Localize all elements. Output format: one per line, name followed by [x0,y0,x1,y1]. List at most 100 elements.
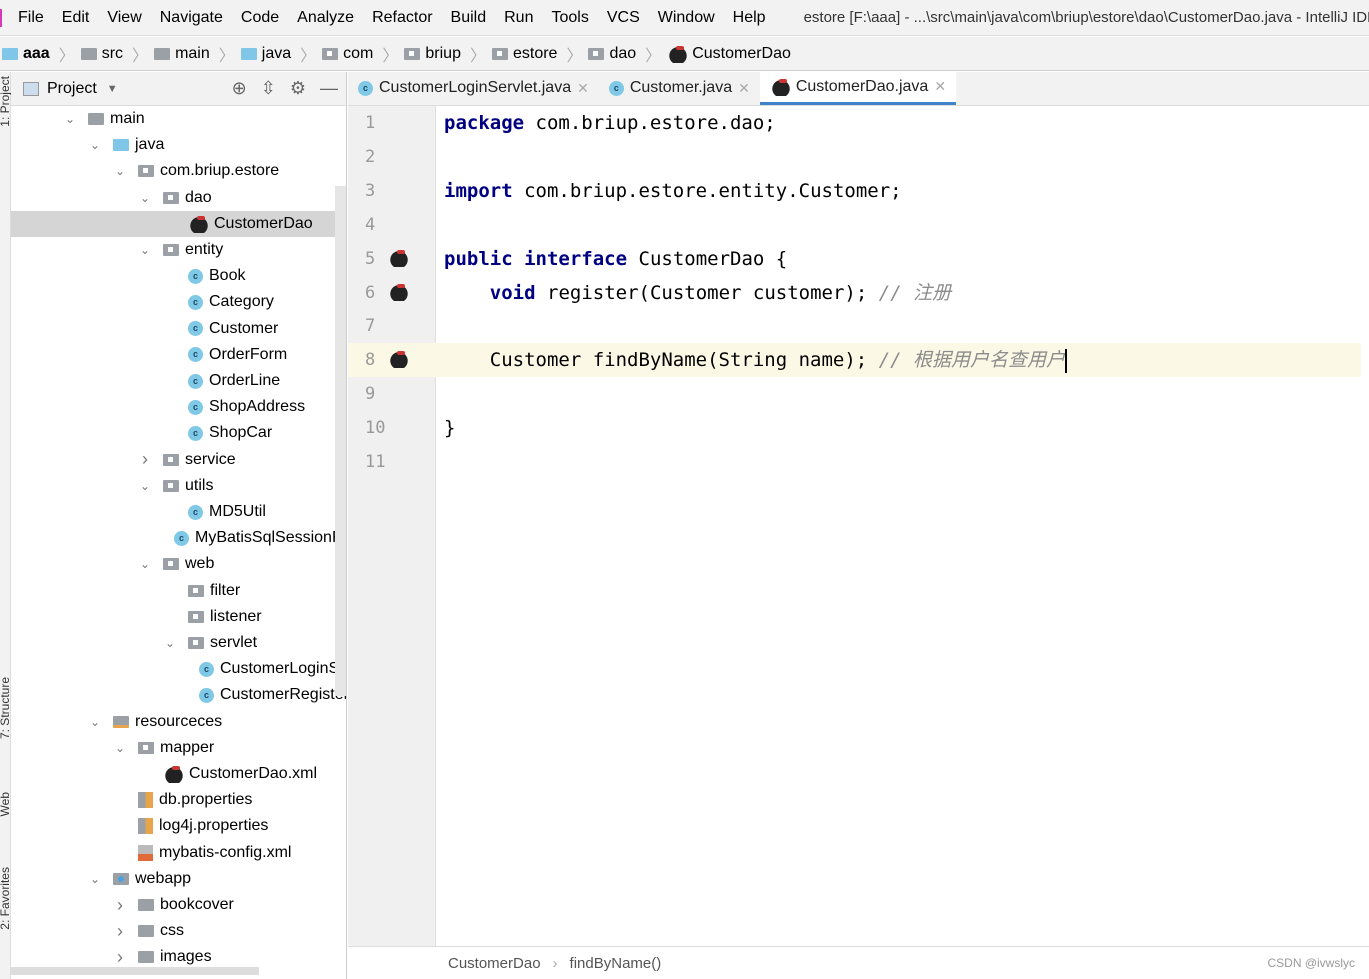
breadcrumb-item[interactable]: com 〉 [322,42,398,66]
breadcrumb-item[interactable]: CustomerDao [667,44,791,63]
tree-item[interactable]: ⌄ main [11,106,346,132]
code-line[interactable]: Customer findByName(String name); // 根据用… [436,343,1361,378]
code-line[interactable]: public interface CustomerDao { [444,242,1369,276]
breadcrumb-item[interactable]: src 〉 [80,42,148,66]
chevron-down-icon[interactable]: ⌄ [138,557,152,571]
tree-item[interactable]: ⌄ com.briup.estore [11,158,346,184]
chevron-down-icon[interactable]: ⌄ [113,164,127,178]
gear-icon[interactable]: ⚙ [290,78,306,99]
menu-help[interactable]: Help [733,9,766,27]
menu-window[interactable]: Window [658,9,715,27]
tree-item[interactable]: ⌄ java [11,132,346,158]
tree-item[interactable]: listener [11,604,346,630]
chevron-down-icon[interactable]: ⌄ [138,479,152,493]
chevron-down-icon[interactable]: ⌄ [138,243,152,257]
tree-item[interactable]: ⌄ webapp [11,866,346,892]
code-line[interactable] [444,208,1369,242]
menu-navigate[interactable]: Navigate [160,9,223,27]
menu-code[interactable]: Code [241,9,279,27]
chevron-down-icon[interactable]: ⌄ [88,872,102,886]
tree-horizontal-scrollbar[interactable] [11,967,259,975]
chevron-down-icon[interactable]: ⌄ [113,741,127,755]
tree-item[interactable]: mybatis-config.xml [11,840,346,866]
tree-item[interactable]: c ShopCar [11,420,346,446]
chevron-right-icon[interactable]: › [113,947,127,968]
tree-item[interactable]: › bookcover [11,892,346,918]
collapse-all-icon[interactable]: ⇳ [261,78,276,99]
tree-item[interactable]: ⌄ dao [11,185,346,211]
tree-item[interactable]: c OrderLine [11,368,346,394]
tree-vertical-scrollbar[interactable] [335,186,346,696]
chevron-down-icon[interactable]: ⌄ [138,191,152,205]
close-icon[interactable]: ✕ [934,78,946,95]
breadcrumb-item[interactable]: briup 〉 [404,42,486,66]
chevron-down-icon[interactable]: ⌄ [88,138,102,152]
chevron-right-icon[interactable]: › [138,449,152,470]
tree-item[interactable]: c MD5Util [11,499,346,525]
code-line[interactable] [444,140,1369,174]
code-line[interactable]: import com.briup.estore.entity.Customer; [444,174,1369,208]
tree-item[interactable]: ⌄ web [11,551,346,577]
menu-refactor[interactable]: Refactor [372,9,432,27]
menu-tools[interactable]: Tools [551,9,588,27]
locate-icon[interactable]: ⊕ [232,78,247,99]
tree-item[interactable]: filter [11,578,346,604]
hide-icon[interactable]: — [320,78,338,99]
code-line[interactable]: package com.briup.estore.dao; [444,106,1369,140]
chevron-down-icon[interactable]: ⌄ [63,112,77,126]
tree-item[interactable]: c Customer [11,316,346,342]
menu-analyze[interactable]: Analyze [297,9,354,27]
breadcrumb-class[interactable]: CustomerDao [448,955,541,972]
breadcrumb-method[interactable]: findByName() [570,955,662,972]
tree-item[interactable]: c ShopAddress [11,394,346,420]
tree-item[interactable]: ⌄ mapper [11,735,346,761]
tree-item[interactable]: ⌄ servlet [11,630,346,656]
tree-item[interactable]: c OrderForm [11,342,346,368]
breadcrumb-item[interactable]: main 〉 [154,42,235,66]
tree-item[interactable]: c Category [11,289,346,315]
tree-item[interactable]: c MyBatisSqlSessionFactory [11,525,346,551]
menu-build[interactable]: Build [451,9,487,27]
tree-item[interactable]: log4j.properties [11,813,346,839]
menu-file[interactable]: File [18,9,44,27]
breadcrumb-item[interactable]: dao 〉 [588,42,661,66]
breadcrumb-item[interactable]: estore 〉 [491,42,582,66]
chevron-down-icon[interactable]: ⌄ [88,715,102,729]
tree-item[interactable]: ⌄ resourceces [11,709,346,735]
tree-item[interactable]: c Book [11,263,346,289]
menu-view[interactable]: View [107,9,141,27]
code-line[interactable]: void register(Customer customer); // 注册 [444,276,1369,310]
code-line[interactable] [444,309,1369,343]
tree-item[interactable]: CustomerDao [11,210,346,237]
tree-item[interactable]: › css [11,918,346,944]
mybatis-navigate-icon[interactable] [388,350,408,369]
menu-run[interactable]: Run [504,9,533,27]
breadcrumb-item[interactable]: java 〉 [240,42,316,66]
breadcrumb-item[interactable]: aaa 〉 [2,42,75,66]
code-line[interactable]: } [444,411,1369,445]
tree-item[interactable]: ⌄ utils [11,473,346,499]
tree-item[interactable]: c CustomerLoginServlet [11,656,346,682]
tree-item[interactable]: CustomerDao.xml [11,761,346,787]
code-line[interactable] [444,377,1369,411]
code-line[interactable] [444,445,1369,479]
menu-edit[interactable]: Edit [62,9,90,27]
editor-tab[interactable]: CustomerDao.java ✕ [759,71,957,105]
tree-item[interactable]: ⌄ entity [11,237,346,263]
close-icon[interactable]: ✕ [738,80,750,97]
editor-tab[interactable]: c Customer.java ✕ [599,71,760,105]
mybatis-navigate-icon[interactable] [388,248,408,267]
chevron-down-icon[interactable]: ⌄ [163,636,177,650]
close-icon[interactable]: ✕ [577,80,589,97]
menu-vcs[interactable]: VCS [607,9,640,27]
chevron-right-icon[interactable]: › [113,895,127,916]
xml-file-icon [138,844,153,861]
tree-item[interactable]: c CustomerRegisterServlet [11,682,346,708]
tree-item[interactable]: db.properties [11,787,346,813]
chevron-down-icon[interactable]: ▼ [107,83,118,95]
project-view-selector[interactable]: Project [47,80,97,98]
editor-tab[interactable]: c CustomerLoginServlet.java ✕ [348,71,599,105]
chevron-right-icon[interactable]: › [113,921,127,942]
tree-item[interactable]: › service [11,447,346,473]
mybatis-navigate-icon[interactable] [388,282,408,301]
